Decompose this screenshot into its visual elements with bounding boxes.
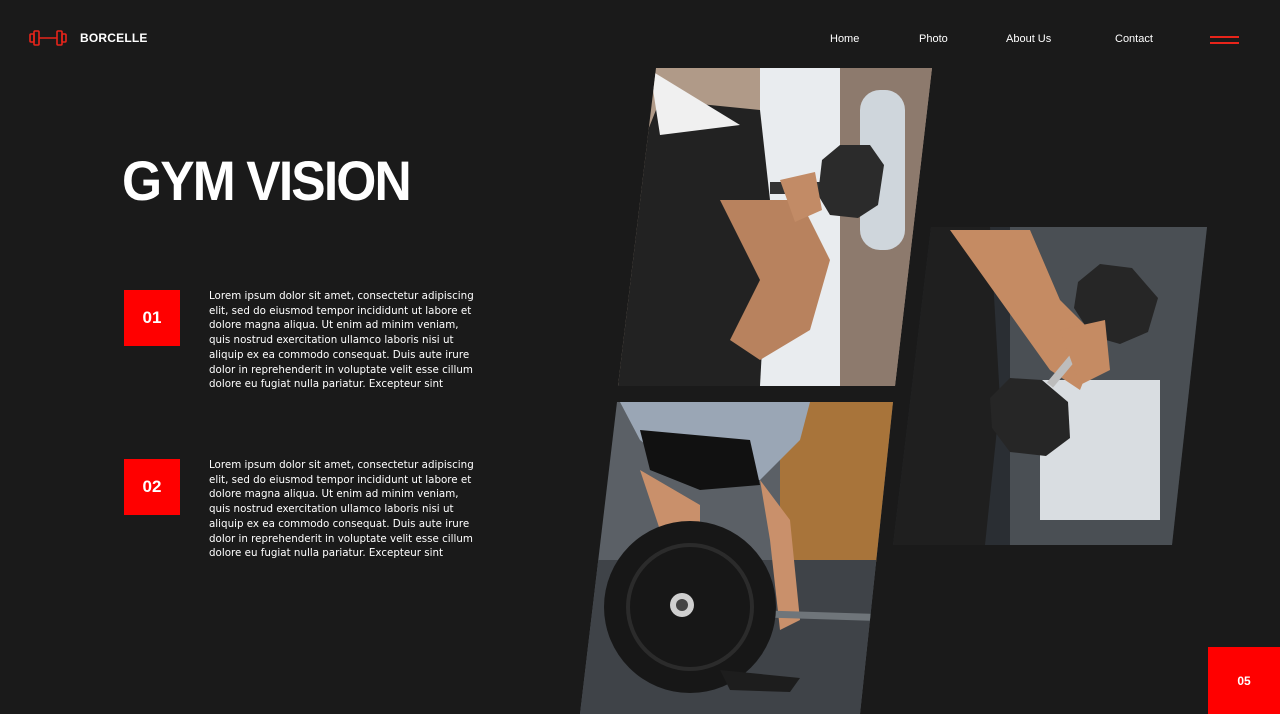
nav-contact-link[interactable]: Contact [1115,33,1153,45]
main-nav: Home Photo About Us Contact [0,33,1280,49]
photo-dumbbell-hold [893,227,1207,545]
hamburger-menu-icon[interactable] [1210,35,1239,47]
feature-description: Lorem ipsum dolor sit amet, consectetur … [209,459,474,560]
nav-photo-link[interactable]: Photo [919,33,948,45]
nav-about-link[interactable]: About Us [1006,33,1051,45]
feature-number-badge: 02 [124,459,180,515]
feature-number-badge: 01 [124,290,180,346]
page-number-badge: 05 [1208,647,1280,714]
page-title: GYM VISION [122,149,412,212]
photo-barbell-plate [580,402,893,714]
nav-home-link[interactable]: Home [830,33,859,45]
photo-dumbbell-curl [618,68,932,386]
feature-description: Lorem ipsum dolor sit amet, consectetur … [209,290,474,391]
